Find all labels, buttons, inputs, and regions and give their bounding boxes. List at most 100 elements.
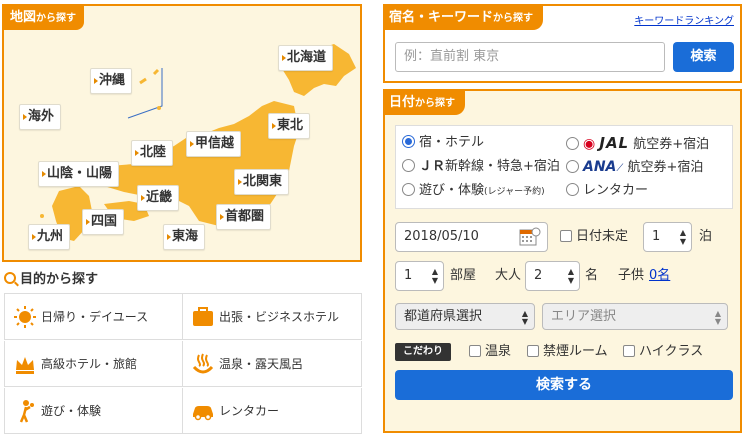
region-shutoken[interactable]: 首都圏: [216, 204, 272, 230]
kodawari-badge: こだわり: [395, 343, 451, 361]
type-ana-label: 航空券+宿泊: [627, 160, 704, 175]
submit-search-button[interactable]: 検索する: [395, 370, 733, 400]
type-rentacar-radio[interactable]: レンタカー: [566, 182, 648, 200]
purpose-daytrip[interactable]: 日帰り・デイユース: [4, 294, 183, 340]
hot-spring-icon: [192, 353, 214, 374]
purpose-business[interactable]: 出張・ビジネスホテル: [183, 294, 362, 340]
rooms-select[interactable]: 1 ▲ ▼: [395, 261, 444, 291]
option-highclass-checkbox[interactable]: ハイクラス: [623, 342, 703, 362]
nights-select[interactable]: 1 ▲ ▼: [643, 222, 692, 252]
type-jal-radio[interactable]: ◉ JAL 航空券+宿泊: [566, 134, 709, 154]
purpose-activity[interactable]: 遊び・体験: [4, 388, 183, 434]
prefecture-select[interactable]: 都道府県選択 ▲ ▼: [395, 303, 535, 330]
adults-value: 2: [534, 268, 543, 283]
briefcase-icon: [193, 307, 213, 326]
keyword-search-button[interactable]: 検索: [673, 42, 734, 72]
region-shikoku[interactable]: 四国: [82, 209, 125, 235]
region-koshinetsu[interactable]: 甲信越: [186, 131, 242, 157]
radio-icon: [402, 183, 415, 196]
keyword-input[interactable]: 例：直前割 東京: [395, 42, 665, 72]
purpose-label: 高級ホテル・旅館: [41, 357, 138, 371]
search-icon: [4, 272, 16, 284]
region-hokkaido[interactable]: 北海道: [278, 45, 334, 71]
spinner-icon: ▲ ▼: [714, 309, 721, 326]
checkbox-icon: [527, 345, 539, 357]
ana-swoosh-icon: ⟋: [616, 163, 624, 174]
jr-logo: ＪＲ: [419, 159, 446, 174]
radio-icon: [566, 183, 579, 196]
calendar-icon[interactable]: [519, 227, 541, 247]
type-hotel-radio[interactable]: 宿・ホテル: [402, 134, 484, 152]
purpose-label: レンタカー: [219, 404, 280, 418]
purpose-section-title: 目的から探す: [4, 270, 98, 290]
purpose-title-text: 目的から探す: [20, 272, 99, 287]
purpose-rentacar[interactable]: レンタカー: [183, 388, 362, 434]
keyword-ranking-link[interactable]: キーワードランキング: [634, 12, 734, 27]
region-kinki[interactable]: 近畿: [137, 185, 180, 211]
purpose-label: 温泉・露天風呂: [219, 357, 304, 371]
jal-crane-icon: ◉: [583, 136, 596, 152]
option-onsen-label: 温泉: [485, 344, 512, 359]
region-hokuriku[interactable]: 北陸: [131, 140, 174, 166]
region-tohoku[interactable]: 東北: [268, 113, 311, 139]
purpose-luxury[interactable]: 高級ホテル・旅館: [4, 341, 183, 387]
region-kaigai[interactable]: 海外: [19, 104, 62, 130]
radio-icon: [402, 159, 415, 172]
radio-icon: [566, 160, 579, 173]
radio-icon: [566, 137, 579, 150]
option-nonsmoking-label: 禁煙ルーム: [543, 344, 608, 359]
checkbox-icon: [623, 345, 635, 357]
type-play-note: (レジャー予約): [484, 187, 545, 197]
type-ana-radio[interactable]: ANA⟋ 航空券+宿泊: [566, 158, 703, 178]
region-tokai[interactable]: 東海: [163, 224, 206, 250]
adults-label: 大人: [495, 268, 522, 283]
date-undecided-checkbox[interactable]: 日付未定: [560, 227, 628, 247]
nights-value: 1: [652, 229, 661, 244]
nights-unit: 泊: [699, 229, 713, 244]
type-hotel-label: 宿・ホテル: [419, 135, 485, 150]
option-nonsmoking-checkbox[interactable]: 禁煙ルーム: [527, 342, 608, 362]
option-onsen-checkbox[interactable]: 温泉: [469, 342, 511, 362]
option-highclass-label: ハイクラス: [639, 344, 704, 359]
car-icon: [193, 406, 213, 421]
type-jr-radio[interactable]: ＪＲ新幹線・特急+宿泊: [402, 158, 560, 176]
date-search-panel: 日付から探す 宿・ホテル ◉ JAL 航空券+宿泊 ＪＲ新幹線・特急+宿泊 AN…: [383, 89, 742, 433]
region-sanin-sanyo[interactable]: 山陰・山陽: [38, 161, 120, 187]
rooms-unit: 部屋: [450, 268, 477, 283]
type-play-radio[interactable]: 遊び・体験(レジャー予約): [402, 182, 545, 201]
purpose-label: 出張・ビジネスホテル: [219, 310, 340, 324]
map-section-title-suffix: から探す: [36, 13, 77, 24]
jal-logo: JAL: [599, 134, 630, 152]
purpose-label: 遊び・体験: [41, 404, 102, 418]
prefecture-select-label: 都道府県選択: [404, 309, 483, 324]
map-search-panel: 地図から探す 北海道 沖縄 海外 東北 甲信越 北陸 山陰・山陽 北関東 近畿 …: [2, 4, 362, 262]
activity-icon: [19, 400, 34, 423]
sun-icon: [14, 306, 36, 328]
map-section-tab: 地図から探す: [4, 6, 85, 30]
date-input[interactable]: 2018/05/10: [395, 222, 548, 252]
purpose-onsen[interactable]: 温泉・露天風呂: [183, 341, 362, 387]
type-play-label: 遊び・体験: [419, 183, 485, 198]
search-type-box: 宿・ホテル ◉ JAL 航空券+宿泊 ＪＲ新幹線・特急+宿泊 ANA⟋ 航空券+…: [395, 125, 733, 209]
type-rentacar-label: レンタカー: [583, 183, 649, 198]
children-link[interactable]: 0名: [649, 266, 670, 286]
region-kitakanto[interactable]: 北関東: [234, 169, 290, 195]
area-select-label: エリア選択: [551, 309, 617, 324]
rooms-value: 1: [404, 268, 413, 283]
date-section-title: 日付: [389, 95, 416, 110]
region-okinawa[interactable]: 沖縄: [90, 68, 133, 94]
keyword-section-title-suffix: から探す: [493, 13, 534, 24]
purpose-label: 日帰り・デイユース: [41, 310, 149, 324]
date-section-title-suffix: から探す: [415, 98, 456, 109]
area-select[interactable]: エリア選択 ▲ ▼: [542, 303, 728, 330]
spinner-icon: ▲ ▼: [567, 267, 574, 285]
adults-select[interactable]: 2 ▲ ▼: [525, 261, 580, 291]
spinner-icon: ▲ ▼: [521, 309, 528, 326]
keyword-search-panel: 宿名・キーワードから探す キーワードランキング 例：直前割 東京 検索: [383, 4, 742, 83]
keyword-section-tab: 宿名・キーワードから探す: [385, 6, 544, 30]
date-value: 2018/05/10: [404, 229, 479, 244]
checkbox-icon: [469, 345, 481, 357]
date-undecided-label: 日付未定: [576, 229, 629, 244]
region-kyushu[interactable]: 九州: [28, 224, 71, 250]
type-jal-label: 航空券+宿泊: [633, 137, 710, 152]
